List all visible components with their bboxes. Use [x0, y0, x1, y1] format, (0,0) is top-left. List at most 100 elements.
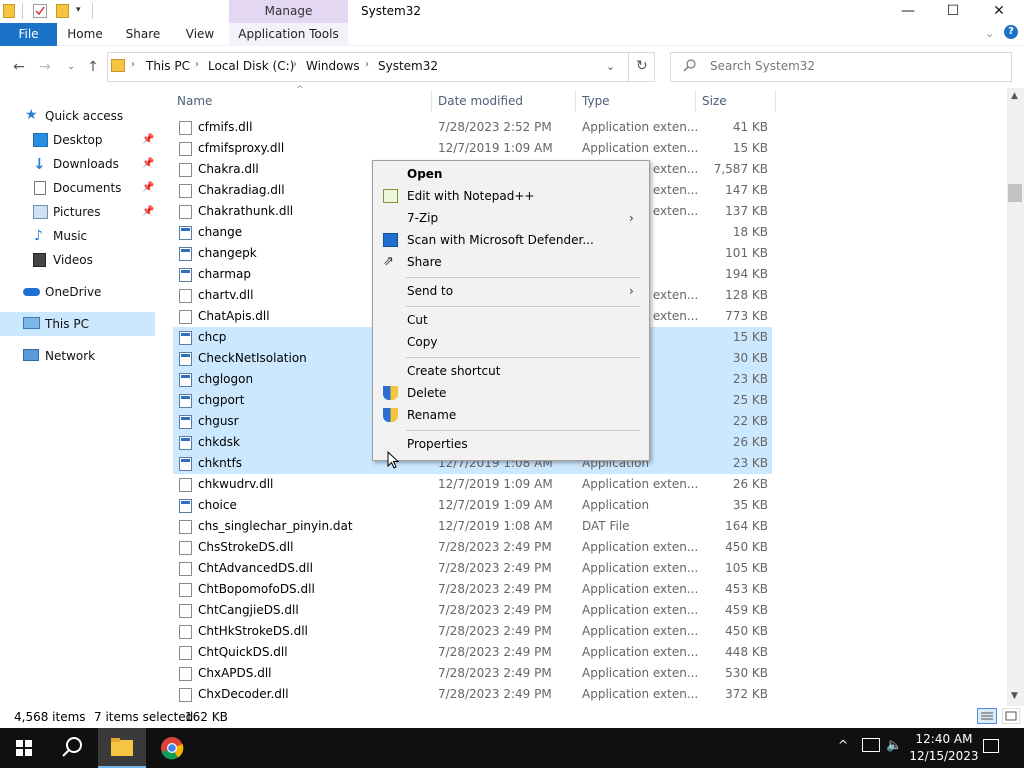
file-row[interactable]: cfmifs.dll 7/28/2023 2:52 PM Application e… [173, 117, 772, 138]
scroll-up-icon[interactable]: ▲ [1011, 91, 1018, 101]
menu-item-scan-defender[interactable]: Scan with Microsoft Defender... [373, 229, 649, 251]
menu-item-create-shortcut[interactable]: Create shortcut [373, 360, 649, 382]
details-view-icon[interactable] [977, 708, 997, 724]
tab-application-tools[interactable]: Application Tools [229, 23, 348, 46]
file-size: 773 KB [725, 309, 768, 323]
notifications-icon[interactable] [983, 739, 999, 753]
menu-label: Edit with Notepad++ [407, 189, 535, 203]
file-row[interactable]: chs_singlechar_pinyin.dat 12/7/2019 1:08 … [173, 516, 772, 537]
file-size: 450 KB [725, 540, 768, 554]
file-row[interactable]: cfmifsproxy.dll 12/7/2019 1:09 AM Applicat… [173, 138, 772, 159]
network-status-icon[interactable] [862, 738, 880, 752]
customize-qat-icon[interactable]: ▾ [76, 5, 81, 15]
dll-file-icon [179, 646, 192, 660]
chrome-taskbar-button[interactable] [148, 728, 196, 768]
volume-icon[interactable]: 🔈 [886, 738, 902, 753]
column-header-type[interactable]: Type [582, 94, 610, 108]
file-row[interactable]: ChsStrokeDS.dll 7/28/2023 2:49 PM Applicat… [173, 537, 772, 558]
file-row[interactable]: ChtBopomofoDS.dll 7/28/2023 2:49 PM Applic… [173, 579, 772, 600]
expand-ribbon-icon[interactable]: ⌄ [985, 27, 994, 40]
nav-downloads[interactable]: ↓ Downloads 📌 [0, 152, 155, 176]
nav-this-pc[interactable]: This PC [0, 312, 155, 336]
nav-quick-access[interactable]: ★ Quick access [0, 104, 155, 128]
recent-locations-icon[interactable]: ⌄ [62, 58, 80, 76]
file-date: 7/28/2023 2:49 PM [438, 624, 552, 638]
search-input[interactable]: Search System32 [710, 59, 815, 73]
nav-documents[interactable]: Documents 📌 [0, 176, 155, 200]
file-row[interactable]: choice 12/7/2019 1:09 AM Application 35 KB [173, 495, 772, 516]
menu-label: 7-Zip [407, 211, 439, 225]
dll-file-icon [179, 541, 192, 555]
menu-item-properties[interactable]: Properties [373, 433, 649, 455]
maximize-button[interactable]: ☐ [930, 0, 976, 23]
address-history-dropdown-icon[interactable]: ⌄ [606, 60, 615, 73]
file-row[interactable]: ChxAPDS.dll 7/28/2023 2:49 PM Application … [173, 663, 772, 684]
file-row[interactable]: chkwudrv.dll 12/7/2019 1:09 AM Application… [173, 474, 772, 495]
nav-network[interactable]: Network [0, 344, 155, 368]
help-icon[interactable]: ? [1004, 25, 1018, 39]
back-button[interactable]: ← [10, 58, 28, 76]
nav-desktop[interactable]: Desktop 📌 [0, 128, 155, 152]
clock-time[interactable]: 12:40 AM [912, 732, 976, 746]
nav-videos[interactable]: Videos [0, 248, 155, 272]
breadcrumb-windows[interactable]: Windows [306, 59, 360, 73]
vertical-scrollbar[interactable] [1007, 88, 1024, 706]
close-button[interactable]: ✕ [976, 0, 1022, 23]
breadcrumb-chevron-icon[interactable]: › [293, 59, 297, 70]
divider[interactable] [775, 90, 776, 112]
menu-item-share[interactable]: ⇗ Share [373, 251, 649, 273]
menu-item-copy[interactable]: Copy [373, 331, 649, 353]
breadcrumb-chevron-icon[interactable]: › [365, 59, 369, 70]
manage-tab-group[interactable]: Manage [229, 0, 348, 23]
nav-music[interactable]: ♪ Music [0, 224, 155, 248]
file-explorer-taskbar-button[interactable] [98, 728, 146, 768]
column-header-date[interactable]: Date modified [438, 94, 523, 108]
up-button[interactable]: ↑ [84, 58, 102, 76]
menu-item-send-to[interactable]: Send to › [373, 280, 649, 302]
file-date: 7/28/2023 2:49 PM [438, 561, 552, 575]
file-name: ChxAPDS.dll [198, 666, 272, 680]
breadcrumb-chevron-icon[interactable]: › [131, 59, 135, 70]
divider[interactable] [575, 90, 576, 112]
scrollbar-thumb[interactable] [1008, 184, 1022, 202]
breadcrumb-system32[interactable]: System32 [378, 59, 438, 73]
menu-item-7zip[interactable]: 7-Zip › [373, 207, 649, 229]
refresh-icon[interactable]: ↻ [636, 58, 648, 74]
new-folder-quick-icon[interactable] [56, 4, 69, 18]
tab-file[interactable]: File [0, 23, 57, 46]
menu-item-rename[interactable]: Rename [373, 404, 649, 426]
file-row[interactable]: ChxDecoder.dll 7/28/2023 2:49 PM Applicati… [173, 684, 772, 705]
divider[interactable] [431, 90, 432, 112]
menu-item-cut[interactable]: Cut [373, 309, 649, 331]
file-row[interactable]: ChtHkStrokeDS.dll 7/28/2023 2:49 PM Applic… [173, 621, 772, 642]
tab-home[interactable]: Home [60, 23, 110, 46]
properties-quick-icon[interactable] [33, 4, 47, 18]
column-header-size[interactable]: Size [702, 94, 727, 108]
menu-item-edit-with-notepadpp[interactable]: Edit with Notepad++ [373, 185, 649, 207]
breadcrumb-chevron-icon[interactable]: › [195, 59, 199, 70]
clock-date[interactable]: 12/15/2023 [909, 749, 979, 763]
file-row[interactable]: ChtCangjieDS.dll 7/28/2023 2:49 PM Applica… [173, 600, 772, 621]
nav-pictures[interactable]: Pictures 📌 [0, 200, 155, 224]
forward-button[interactable]: → [36, 58, 54, 76]
tab-share[interactable]: Share [120, 23, 166, 46]
tab-view[interactable]: View [178, 23, 222, 46]
menu-item-delete[interactable]: Delete [373, 382, 649, 404]
search-taskbar-button[interactable] [48, 728, 96, 768]
divider[interactable] [695, 90, 696, 112]
large-icons-view-icon[interactable] [1002, 708, 1020, 724]
scroll-down-icon[interactable]: ▼ [1011, 691, 1018, 701]
column-header-name[interactable]: Name [177, 94, 212, 108]
file-name: ChxDecoder.dll [198, 687, 289, 701]
breadcrumb-local-disk[interactable]: Local Disk (C:) [208, 59, 294, 73]
breadcrumb-this-pc[interactable]: This PC [146, 59, 190, 73]
file-row[interactable]: ChtAdvancedDS.dll 7/28/2023 2:49 PM Applic… [173, 558, 772, 579]
show-hidden-icons-icon[interactable]: ^ [838, 738, 848, 752]
menu-item-open[interactable]: Open [373, 163, 649, 185]
start-button[interactable] [0, 728, 48, 768]
nav-onedrive[interactable]: OneDrive [0, 280, 155, 304]
file-row[interactable]: ChtQuickDS.dll 7/28/2023 2:49 PM Applicati… [173, 642, 772, 663]
minimize-button[interactable]: — [885, 0, 931, 23]
dll-file-icon [179, 562, 192, 576]
menu-label: Cut [407, 313, 428, 327]
